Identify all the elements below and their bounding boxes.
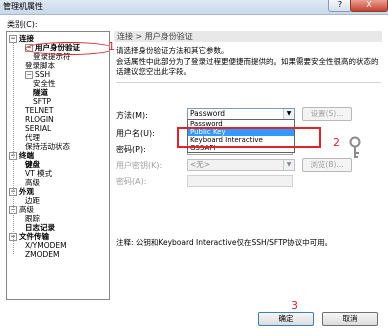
ok-button[interactable]: 确定: [258, 312, 314, 326]
close-button[interactable]: X: [350, 0, 388, 12]
tree-item-label: 边距: [25, 196, 40, 205]
tree-item-label: 跟踪: [25, 214, 40, 223]
tree-item[interactable]: 保持活动状态: [25, 142, 70, 151]
title-bar: 管理机属性 ? X: [0, 0, 388, 15]
tree-item-label: VT 模式: [25, 169, 53, 178]
tree-item[interactable]: 安全性: [33, 79, 56, 88]
collapse-icon[interactable]: −: [25, 71, 33, 79]
tree-item-label: RLOGIN: [25, 115, 54, 124]
tree-item[interactable]: X/YMODEM: [25, 241, 67, 250]
tree-item-label: TELNET: [25, 106, 54, 115]
tree-item-label: 登录脚本: [25, 61, 55, 70]
tree-item[interactable]: 登录脚本: [25, 61, 55, 70]
tree-item[interactable]: 键盘: [25, 160, 40, 169]
user-key-value: <无>: [190, 160, 211, 169]
user-key-select: <无> ▼: [187, 159, 295, 171]
tree-item[interactable]: RLOGIN: [25, 115, 54, 124]
tree-item[interactable]: ZMODEM: [25, 250, 60, 259]
method-select-value: Password: [190, 109, 226, 118]
tree-item[interactable]: − 文件传输: [9, 232, 49, 241]
key-icon: [349, 136, 361, 158]
tree-item-label: 连接: [19, 34, 34, 43]
password-label: 密码(P):: [116, 145, 146, 154]
tree-item-label: 键盘: [25, 160, 40, 169]
category-tree[interactable]: − 连接 − 用户身份验证 登录提示符 登录脚本 − SSH 安全性 隧道 SFTP TELNET RL…: [6, 31, 110, 300]
tree-item-label: 文件传输: [19, 232, 49, 241]
tree-item-label: 终端: [19, 151, 34, 160]
tree-item-label: X/YMODEM: [25, 241, 67, 250]
window-title: 管理机属性: [3, 2, 43, 11]
chevron-down-icon[interactable]: ▼: [283, 109, 294, 119]
tree-item[interactable]: 跟踪: [25, 214, 40, 223]
tree-item-label: 保持活动状态: [25, 142, 70, 151]
cancel-button[interactable]: 取消: [322, 312, 378, 326]
category-label: 类别(C):: [7, 20, 38, 29]
help-button[interactable]: ?: [328, 0, 352, 12]
tree-item[interactable]: 边距: [25, 196, 40, 205]
tree-item-label: 高级: [19, 205, 34, 214]
annotation-2: 2: [333, 136, 340, 149]
tree-item-label: 安全性: [33, 79, 56, 88]
settings-button[interactable]: 设置(S)...: [302, 107, 352, 121]
panel-breadcrumb: 连接 > 用户身份验证: [114, 31, 382, 42]
tree-item-label: SSH: [35, 70, 51, 79]
user-key-label: 用户密钥(K):: [116, 161, 163, 170]
tree-item[interactable]: VT 模式: [25, 169, 52, 178]
tree-item[interactable]: 代理: [25, 133, 40, 142]
tree-item[interactable]: 日志记录: [25, 223, 55, 232]
description-line-2: 会话属性中此部分为了登录过程更便捷而提供的。如果需要安全性很高的状态的话建议您空…: [116, 57, 379, 76]
description-line-1: 请选择身份验证方法和其它参数。: [116, 46, 229, 55]
note-text: 注释: 公钥和Keyboard Interactive仅在SSH/SFTP协议中…: [116, 238, 333, 247]
username-label: 用户名(U):: [116, 129, 155, 138]
tree-item[interactable]: TELNET: [25, 106, 53, 115]
tree-item-label: 代理: [25, 133, 40, 142]
divider: [116, 82, 381, 83]
browse-button[interactable]: 浏览(B)...: [302, 158, 352, 172]
selection-oval: [25, 42, 109, 55]
method-label: 方法(M):: [116, 111, 148, 120]
highlight-box: [177, 127, 321, 148]
chevron-down-icon: ▼: [283, 160, 294, 170]
tree-item[interactable]: 高级: [25, 178, 40, 187]
tree-item-label: SERIAL: [25, 124, 52, 133]
tree-item[interactable]: SFTP: [33, 97, 51, 106]
tree-item-label: ZMODEM: [25, 250, 60, 259]
tree-item-label: 高级: [25, 178, 40, 187]
tree-item-label: 隧道: [33, 88, 48, 97]
annotation-3: 3: [291, 299, 298, 312]
tree-item-label: SFTP: [33, 97, 52, 106]
tree-item-label: 日志记录: [25, 223, 55, 232]
tree-item[interactable]: 隧道: [33, 88, 48, 97]
tree-connector: [13, 42, 14, 254]
tree-item[interactable]: SERIAL: [25, 124, 51, 133]
annotation-1: 1: [108, 40, 115, 53]
passphrase-input: [187, 175, 293, 187]
tree-item[interactable]: − SSH: [25, 70, 50, 79]
tree-item-label: 外观: [19, 187, 34, 196]
passphrase-label: 密码(A):: [116, 177, 147, 186]
